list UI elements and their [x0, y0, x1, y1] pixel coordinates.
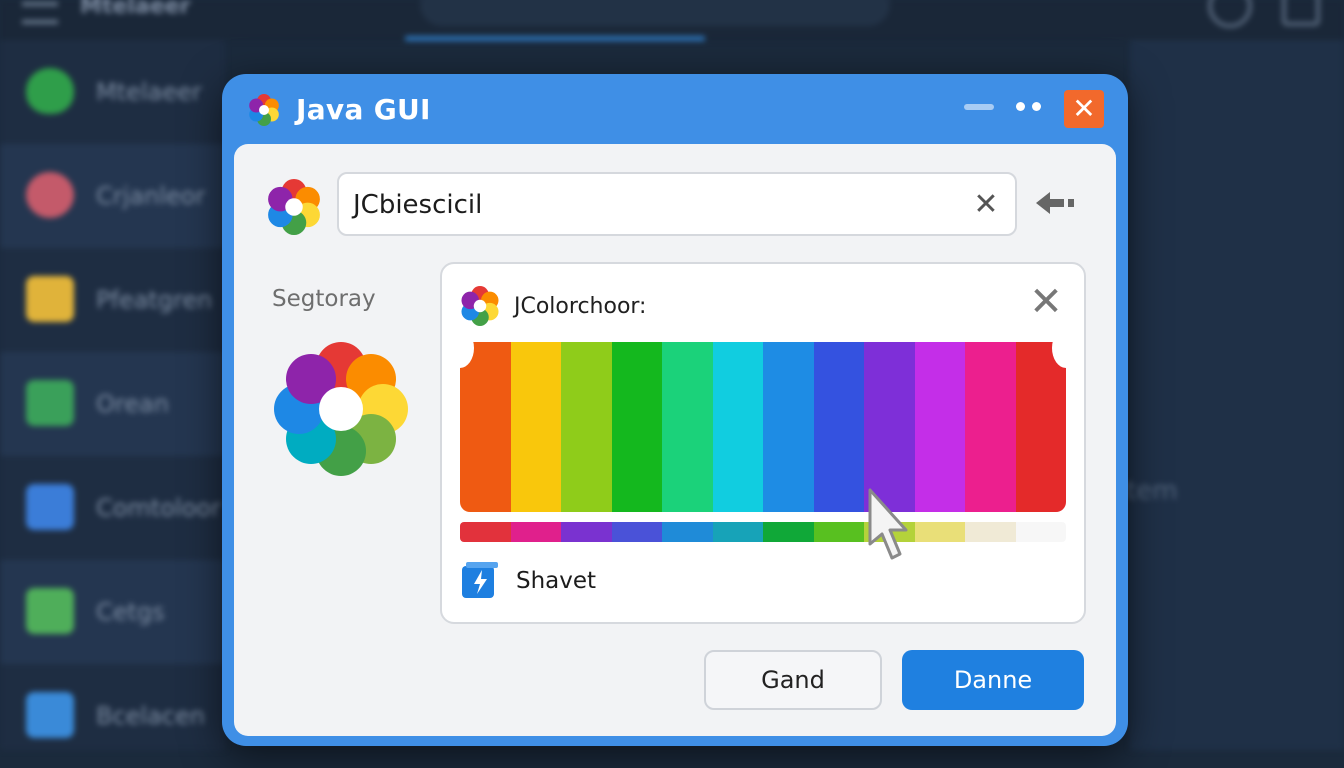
- cube-icon: [26, 692, 74, 738]
- menu-icon: [22, 2, 58, 24]
- color-swatch[interactable]: [510, 342, 561, 512]
- minimize-button[interactable]: [964, 104, 994, 110]
- background-sidebar-label: Pfeatgren: [96, 286, 213, 314]
- java-gui-dialog: Java GUI ✕ JCbiescicil ✕ Segtoray JColor…: [222, 74, 1128, 746]
- cancel-button[interactable]: Gand: [704, 650, 882, 710]
- folder-icon: [26, 276, 74, 322]
- color-swatch[interactable]: [1015, 342, 1066, 512]
- gradient-segment[interactable]: [561, 522, 612, 542]
- back-arrow-icon[interactable]: [1034, 188, 1082, 218]
- background-search-bar: [420, 0, 890, 26]
- gradient-segment[interactable]: [510, 522, 561, 542]
- chart-icon: [26, 380, 74, 426]
- gradient-segment[interactable]: [460, 522, 511, 542]
- grid-icon: [26, 484, 74, 530]
- background-app-name: Mtelaeer: [80, 0, 191, 19]
- dialog-content: JCbiescicil ✕ Segtoray JColorchoor: ✕ Sh…: [234, 144, 1116, 736]
- color-swatch[interactable]: [813, 342, 864, 512]
- color-wheel-icon: [274, 342, 408, 476]
- background-sidebar-item: Bcelacen: [0, 664, 225, 768]
- background-sidebar-item: Pfeatgren: [0, 248, 225, 352]
- color-swatch[interactable]: [662, 342, 713, 512]
- background-sidebar-label: Bcelacen: [96, 702, 205, 730]
- gear-icon: [26, 172, 74, 218]
- table-icon: [26, 588, 74, 634]
- color-swatch-panel[interactable]: [460, 342, 1066, 512]
- more-options-button[interactable]: [1014, 102, 1044, 112]
- color-swatch[interactable]: [965, 342, 1016, 512]
- background-tab-indicator: [405, 36, 705, 41]
- chooser-close-icon[interactable]: ✕: [1026, 282, 1066, 322]
- color-swatch[interactable]: [712, 342, 763, 512]
- color-swatch[interactable]: [561, 342, 612, 512]
- chooser-logo-icon: [461, 286, 499, 326]
- gradient-segment[interactable]: [965, 522, 1016, 542]
- background-sidebar-label: Cetgs: [96, 598, 165, 626]
- gradient-segment[interactable]: [763, 522, 814, 542]
- gradient-segment[interactable]: [662, 522, 713, 542]
- chooser-title: JColorchoor:: [514, 294, 647, 319]
- search-input-value: JCbiescicil: [353, 190, 483, 220]
- background-sidebar-label: Comtoloor: [96, 494, 221, 522]
- shaved-option-label: Shavet: [516, 568, 597, 594]
- color-swatch[interactable]: [914, 342, 965, 512]
- gradient-segment[interactable]: [611, 522, 662, 542]
- color-swatch[interactable]: [611, 342, 662, 512]
- color-swatch[interactable]: [864, 342, 915, 512]
- background-sidebar-item: Crjanleor: [0, 144, 225, 248]
- window-title: Java GUI: [296, 93, 431, 126]
- app-logo-icon: [249, 94, 279, 126]
- clear-icon[interactable]: ✕: [969, 188, 1003, 222]
- color-chooser-panel: JColorchoor: ✕ Shavet: [440, 262, 1086, 624]
- background-window-icon: [1282, 0, 1320, 26]
- ok-button[interactable]: Danne: [902, 650, 1084, 710]
- mouse-cursor-icon: [868, 488, 908, 560]
- swatch-notch: [1052, 328, 1080, 368]
- background-sidebar-label: Orean: [96, 390, 169, 418]
- background-sidebar: Mtelaeer Crjanleor Pfeatgren Orean Comto…: [0, 40, 225, 750]
- gradient-segment[interactable]: [914, 522, 965, 542]
- window-close-button[interactable]: ✕: [1064, 90, 1104, 128]
- gradient-segment[interactable]: [813, 522, 864, 542]
- swatch-notch: [446, 328, 474, 368]
- shaved-option-icon[interactable]: [460, 560, 500, 600]
- gradient-segment[interactable]: [1015, 522, 1066, 542]
- title-bar[interactable]: Java GUI ✕: [222, 74, 1128, 142]
- background-sidebar-item: Mtelaeer: [0, 40, 225, 144]
- background-sidebar-item: Comtoloor: [0, 456, 225, 560]
- gradient-segment[interactable]: [712, 522, 763, 542]
- background-sidebar-item: Orean: [0, 352, 225, 456]
- background-right-panel: [1130, 40, 1344, 750]
- category-label: Segtoray: [272, 286, 376, 312]
- background-sidebar-item: Cetgs: [0, 560, 225, 664]
- background-sidebar-label: Crjanleor: [96, 182, 206, 210]
- shield-icon: [26, 68, 74, 114]
- search-input[interactable]: JCbiescicil ✕: [337, 172, 1017, 236]
- dot-icon: [1032, 102, 1041, 111]
- flower-logo-icon: [268, 179, 320, 235]
- color-swatch[interactable]: [460, 342, 511, 512]
- background-sidebar-label: Mtelaeer: [96, 78, 202, 106]
- color-swatch[interactable]: [763, 342, 814, 512]
- dot-icon: [1016, 102, 1025, 111]
- color-gradient-slider[interactable]: [460, 522, 1066, 542]
